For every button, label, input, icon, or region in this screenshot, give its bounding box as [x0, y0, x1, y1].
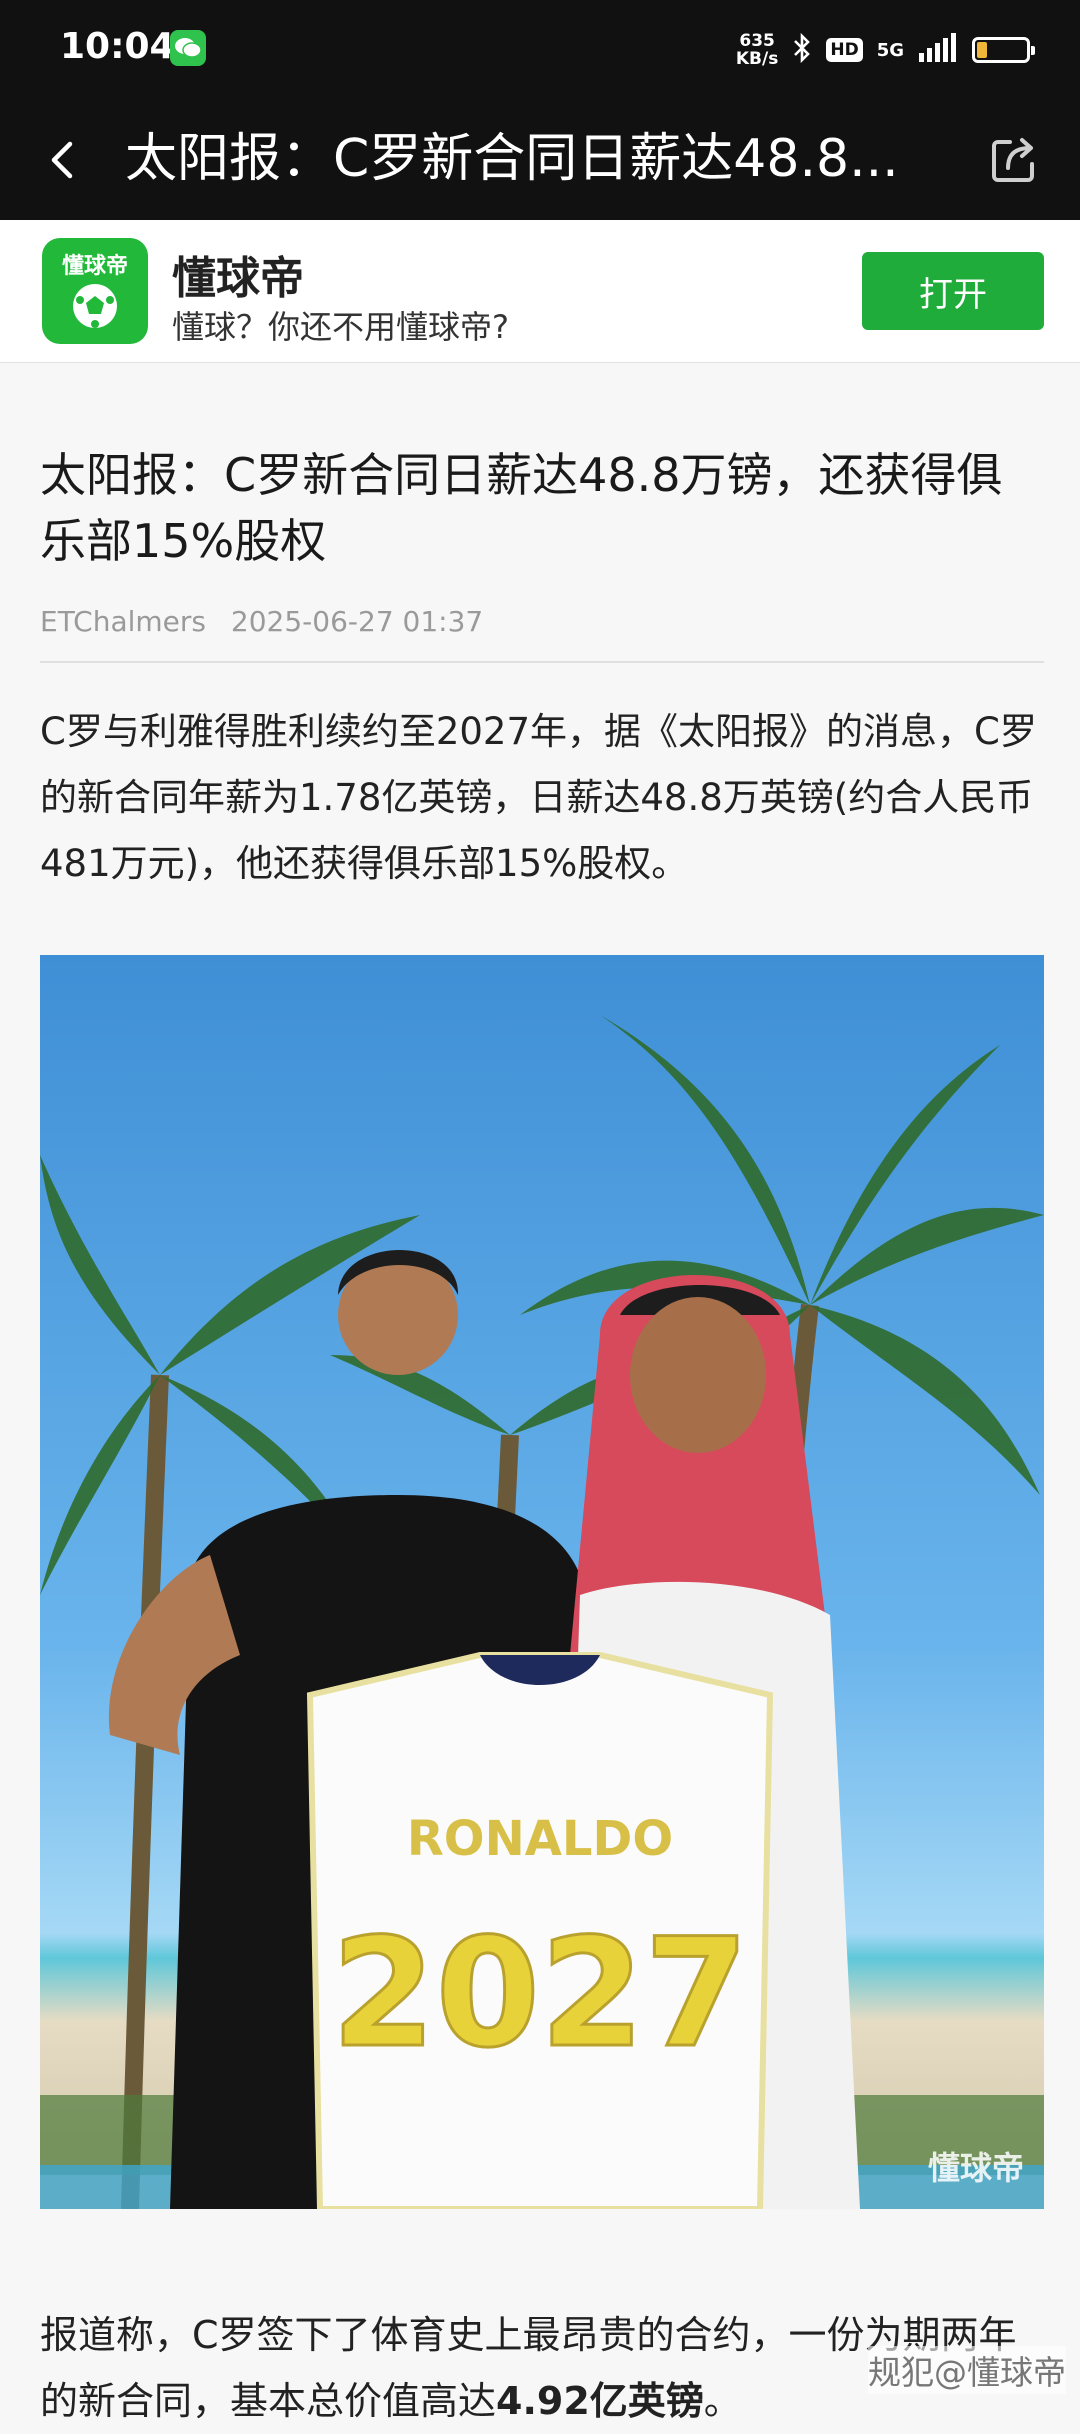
article-date: 2025-06-27 01:37 — [230, 604, 484, 638]
hd-badge: HD — [826, 38, 863, 62]
divider — [40, 660, 1044, 663]
app-name: 懂球帝 — [172, 253, 304, 304]
battery-level: 19 — [989, 38, 1013, 58]
app-logo[interactable]: 懂球帝 — [42, 238, 148, 344]
article-paragraph-1: C罗与利雅得胜利续约至2027年，据《太阳报》的消息，C罗的新合同年薪为1.78… — [40, 709, 1037, 885]
page-title: 太阳报：C罗新合同日薪达48.8... — [125, 129, 899, 189]
article: 太阳报：C罗新合同日薪达48.8万镑，还获得俱乐部15%股权 ETChalmer… — [40, 362, 1044, 934]
photo-watermark: 懂球帝 — [927, 2149, 1024, 2187]
title-bar: 太阳报：C罗新合同日薪达48.8... — [0, 100, 1080, 220]
jersey-name: RONALDO — [407, 1811, 673, 1867]
jersey-number: 2027 — [331, 1907, 748, 2081]
bluetooth-icon — [792, 32, 812, 68]
paragraph-2-end: 。 — [703, 2379, 742, 2423]
battery-icon: 19 — [972, 37, 1035, 63]
network-speed: 635 KB/s — [735, 31, 779, 69]
article-title: 太阳报：C罗新合同日薪达48.8万镑，还获得俱乐部15%股权 — [40, 448, 1003, 568]
share-icon — [992, 138, 1034, 182]
share-button[interactable] — [984, 130, 1044, 190]
open-app-button[interactable]: 打开 — [862, 252, 1044, 330]
status-time: 10:04 — [60, 26, 175, 67]
article-photo[interactable]: RONALDO 2027 懂球帝 — [40, 955, 1044, 2209]
back-button[interactable] — [36, 132, 92, 188]
article-author[interactable]: ETChalmers — [40, 605, 206, 638]
app-slogan: 懂球？你还不用懂球帝? — [172, 308, 509, 346]
app-download-banner: 懂球帝 懂球帝 懂球？你还不用懂球帝? 打开 — [0, 220, 1080, 363]
status-bar: 10:04 635 KB/s HD 5G 19 — [0, 0, 1080, 100]
paragraph-2-highlight: 4.92亿英镑 — [496, 2379, 704, 2423]
corner-watermark: 规犯@懂球帝 — [868, 2346, 1066, 2394]
soccer-ball-icon — [73, 284, 117, 328]
back-arrow-icon — [51, 141, 73, 179]
photo-illustration: RONALDO 2027 — [40, 1015, 1044, 2209]
wechat-notification-icon — [170, 30, 206, 66]
5g-indicator: 5G — [876, 39, 904, 61]
article-meta: ETChalmers 2025-06-27 01:37 — [40, 605, 1044, 645]
signal-bars-icon — [918, 33, 958, 67]
